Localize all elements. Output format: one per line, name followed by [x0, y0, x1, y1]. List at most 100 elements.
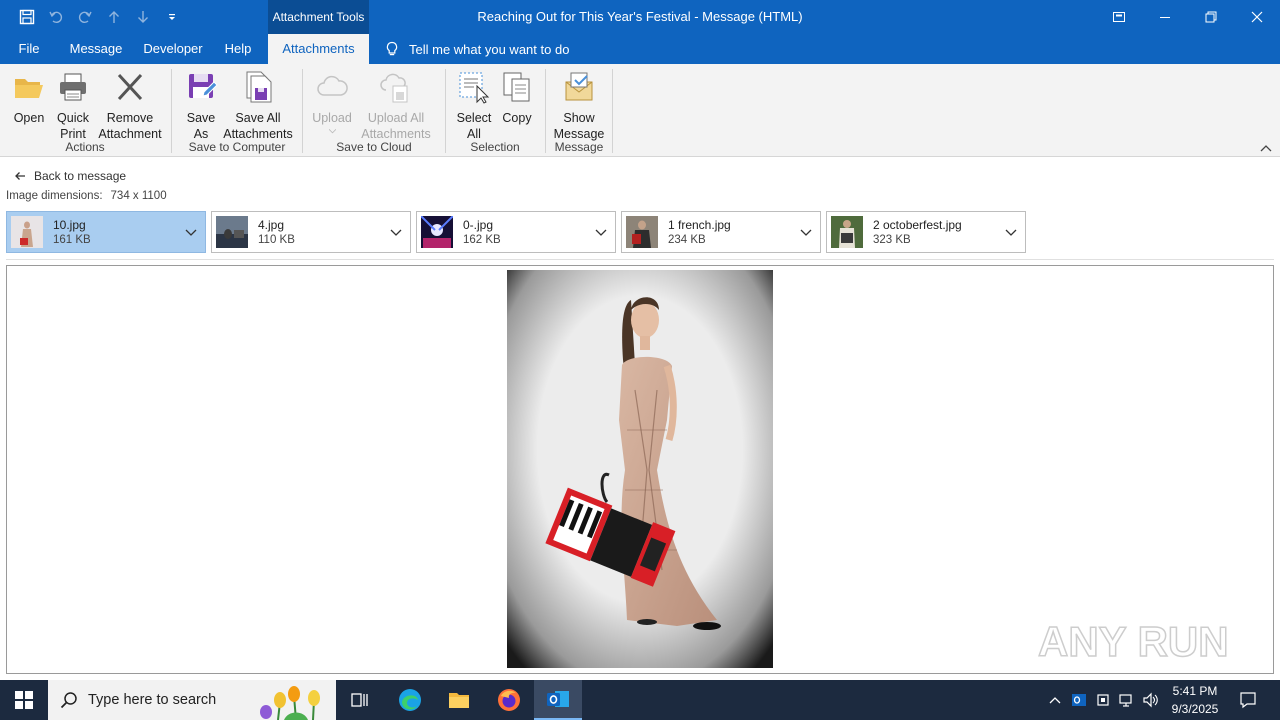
- cloud-icon: [317, 75, 348, 96]
- quick-access-toolbar: [12, 0, 186, 34]
- upload-button[interactable]: Upload: [310, 70, 354, 134]
- group-label-save-to-cloud: Save to Cloud: [336, 140, 412, 154]
- restore-button[interactable]: [1188, 0, 1234, 34]
- volume-tray-button[interactable]: [1140, 680, 1162, 720]
- chevron-down-icon[interactable]: [390, 227, 402, 237]
- attachment-item[interactable]: 10.jpg 161 KB: [6, 211, 206, 253]
- save-as-button[interactable]: Save As: [180, 70, 222, 142]
- tell-me-search[interactable]: Tell me what you want to do: [384, 34, 569, 64]
- save-all-attachments-button[interactable]: Save All Attachments: [222, 70, 294, 142]
- chevron-down-icon[interactable]: [595, 227, 607, 237]
- select-all-label-1: Select: [456, 111, 492, 125]
- attachment-item[interactable]: 0-.jpg 162 KB: [416, 211, 616, 253]
- attachment-size: 234 KB: [668, 234, 706, 246]
- network-tray-button[interactable]: [1116, 680, 1138, 720]
- speaker-icon: [1143, 692, 1158, 708]
- taskbar-clock[interactable]: 5:41 PM 9/3/2025: [1160, 682, 1230, 718]
- chevron-down-icon[interactable]: [800, 227, 812, 237]
- undo-button[interactable]: [41, 0, 70, 34]
- image-dimensions: Image dimensions: 734 x 1100: [6, 190, 167, 202]
- group-label-actions: Actions: [65, 140, 105, 154]
- ribbon-display-options-button[interactable]: [1096, 0, 1142, 34]
- any-run-watermark: ANY RUN: [1038, 617, 1229, 666]
- windows-taskbar: Type here to search 5:41 PM 9/3/2025: [0, 680, 1280, 720]
- next-item-button[interactable]: [128, 0, 157, 34]
- group-separator: [302, 69, 303, 153]
- edge-taskbar-button[interactable]: [386, 680, 434, 720]
- attachment-size: 162 KB: [463, 234, 501, 246]
- group-separator: [171, 69, 172, 153]
- show-hidden-icons-button[interactable]: [1044, 680, 1066, 720]
- outlook-tray-icon: [1072, 694, 1086, 706]
- previous-item-button[interactable]: [99, 0, 128, 34]
- remove-x-icon: [117, 73, 143, 101]
- collapse-ribbon-icon[interactable]: [1259, 143, 1273, 153]
- group-separator: [445, 69, 446, 153]
- outlook-tray-button[interactable]: [1068, 680, 1090, 720]
- attachment-item[interactable]: 4.jpg 110 KB: [211, 211, 411, 253]
- redo-icon: [78, 11, 92, 24]
- undo-icon: [48, 11, 62, 24]
- chevron-down-icon[interactable]: [185, 227, 197, 237]
- quick-print-button[interactable]: Quick Print: [52, 70, 94, 142]
- show-message-icon: [565, 72, 593, 101]
- notifications-button[interactable]: [1234, 680, 1262, 720]
- group-separator: [612, 69, 613, 153]
- attachment-thumbnail: [11, 216, 43, 248]
- group-label-save-to-computer: Save to Computer: [188, 140, 286, 154]
- open-button[interactable]: Open: [8, 70, 50, 126]
- close-button[interactable]: [1234, 0, 1280, 34]
- remove-attachment-button[interactable]: Remove Attachment: [96, 70, 164, 142]
- arrow-up-icon: [108, 11, 119, 23]
- attachment-tools-context-label: Attachment Tools: [268, 0, 369, 34]
- window-title: Reaching Out for This Year's Festival - …: [477, 9, 803, 24]
- chevron-down-icon[interactable]: [1005, 227, 1017, 237]
- customize-dropdown-icon: [168, 14, 175, 20]
- quick-print-label-1: Quick: [57, 111, 89, 125]
- window-controls: [1096, 0, 1280, 34]
- tab-help[interactable]: Help: [216, 34, 260, 64]
- task-view-button[interactable]: [336, 680, 384, 720]
- divider: [6, 259, 1274, 260]
- upload-all-label-1: Upload All: [367, 111, 425, 125]
- tell-me-label: Tell me what you want to do: [409, 41, 570, 57]
- attachment-size: 323 KB: [873, 234, 911, 246]
- select-all-icon: [459, 72, 490, 104]
- remove-label-1: Remove: [106, 111, 154, 125]
- task-view-icon: [351, 693, 368, 707]
- tab-message[interactable]: Message: [62, 34, 130, 64]
- show-message-button[interactable]: Show Message: [552, 70, 606, 142]
- attachment-item[interactable]: 2 octoberfest.jpg 323 KB: [826, 211, 1026, 253]
- select-all-button[interactable]: Select All: [452, 70, 496, 142]
- back-to-message-link[interactable]: Back to message: [14, 167, 126, 185]
- outlook-taskbar-button[interactable]: [534, 680, 582, 720]
- attachment-name: 0-.jpg: [463, 218, 494, 232]
- upload-all-attachments-button[interactable]: Upload All Attachments: [354, 70, 438, 142]
- save-icon: [19, 9, 34, 25]
- attachment-size: 161 KB: [53, 234, 91, 246]
- copy-button[interactable]: Copy: [498, 70, 536, 126]
- start-button[interactable]: [0, 680, 48, 720]
- watermark-text: ANY RUN: [1038, 618, 1229, 665]
- file-explorer-taskbar-button[interactable]: [435, 680, 483, 720]
- minimize-icon: [1160, 17, 1170, 18]
- tab-developer[interactable]: Developer: [138, 34, 208, 64]
- taskbar-search-box[interactable]: Type here to search: [48, 680, 336, 720]
- device-tray-button[interactable]: [1092, 680, 1114, 720]
- folder-icon: [449, 693, 469, 708]
- copy-label: Copy: [502, 111, 532, 125]
- network-icon: [1119, 694, 1132, 707]
- tab-attachments[interactable]: Attachments: [268, 34, 369, 64]
- save-qat-button[interactable]: [12, 0, 41, 34]
- attachment-item[interactable]: 1 french.jpg 234 KB: [621, 211, 821, 253]
- tab-file[interactable]: File: [8, 34, 50, 64]
- redo-button[interactable]: [70, 0, 99, 34]
- clock-date: 9/3/2025: [1171, 702, 1219, 716]
- attachment-name: 1 french.jpg: [668, 218, 731, 232]
- firefox-taskbar-button[interactable]: [485, 680, 533, 720]
- ribbon-display-icon: [1113, 12, 1125, 22]
- minimize-button[interactable]: [1142, 0, 1188, 34]
- customize-qat-button[interactable]: [157, 0, 186, 34]
- group-label-message: Message: [554, 140, 604, 154]
- ribbon-tabs: File Message Developer Help Attachments …: [0, 34, 1280, 64]
